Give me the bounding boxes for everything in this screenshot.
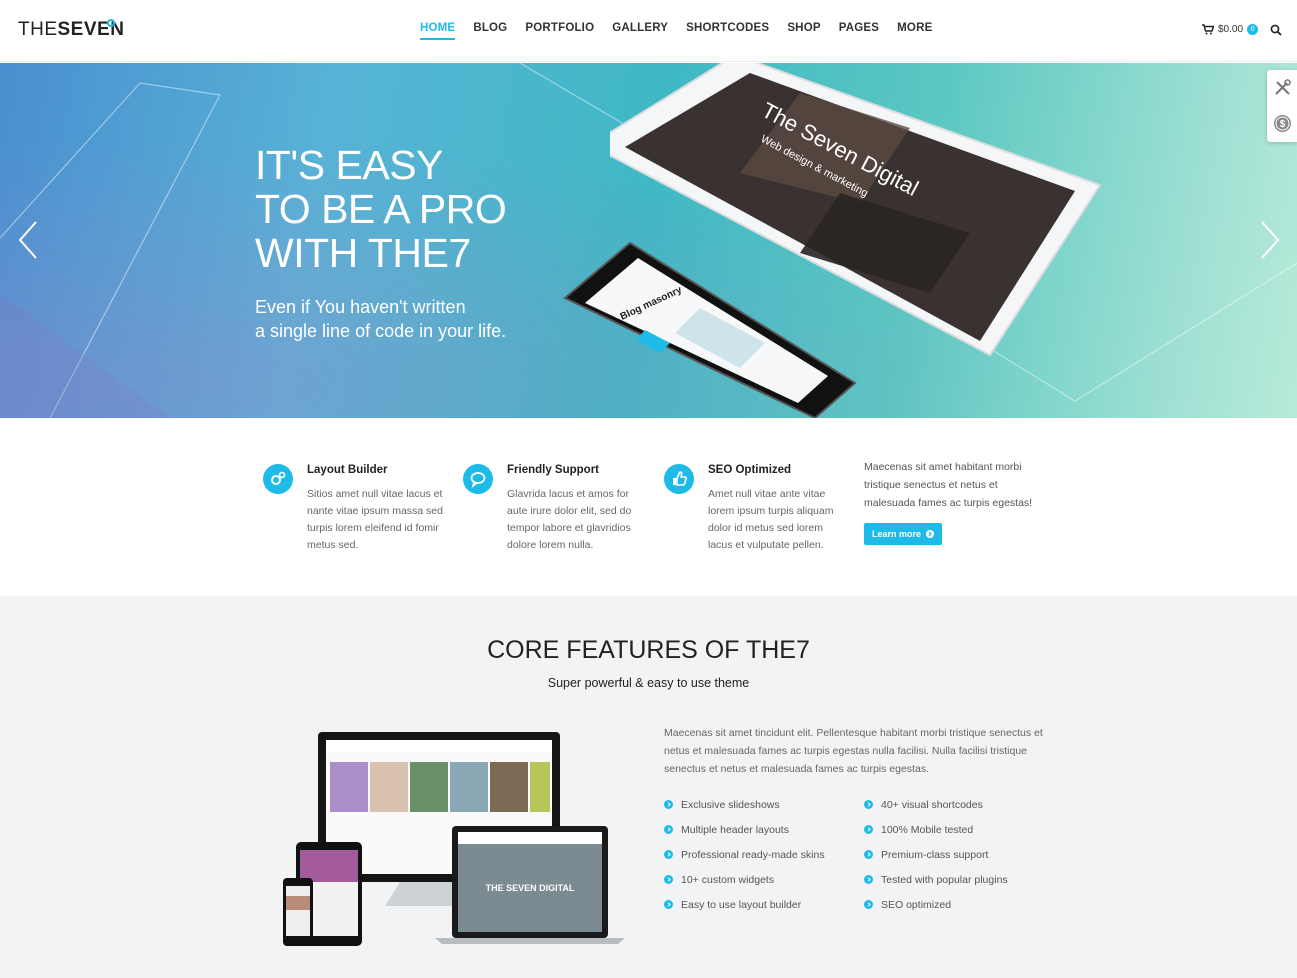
list-item-label: Multiple header layouts (681, 823, 789, 836)
chat-icon (463, 464, 493, 494)
feature-title: Layout Builder (307, 464, 388, 476)
chevron-bullet-icon (864, 800, 873, 809)
nav-blog[interactable]: BLOG (473, 22, 507, 40)
cart-widget[interactable]: $0.00 0 (1202, 24, 1259, 35)
slider-next-arrow[interactable] (1260, 220, 1280, 260)
chevron-bullet-icon (664, 875, 673, 884)
search-icon[interactable] (1270, 24, 1282, 36)
core-subtitle: Super powerful & easy to use theme (547, 676, 750, 690)
list-item: 100% Mobile tested (864, 817, 1008, 842)
chevron-bullet-icon (864, 825, 873, 834)
list-item: Professional ready-made skins (664, 842, 825, 867)
nav-home[interactable]: HOME (420, 22, 456, 40)
list-item: 10+ custom widgets (664, 867, 825, 892)
core-description: Maecenas sit amet tincidunt elit. Pellen… (664, 727, 1043, 775)
feature-text: Sitios amet null vitae lacus et nante vi… (307, 488, 443, 551)
feature-text: Glavrida lacus et amos for aute irure do… (507, 488, 632, 551)
list-item-label: Easy to use layout builder (681, 898, 802, 911)
hero-subtitle: Even if You haven't written a single lin… (255, 295, 506, 343)
cart-total: $0.00 (1218, 24, 1244, 35)
feature-title: Friendly Support (507, 464, 599, 476)
nav-portfolio[interactable]: PORTFOLIO (525, 22, 594, 40)
cart-icon (1202, 24, 1214, 35)
list-item: Easy to use layout builder (664, 892, 825, 917)
logo-text-the: THE (18, 19, 58, 40)
promo-text: Maecenas sit amet habitant morbi tristiq… (864, 461, 1033, 509)
learn-more-button[interactable]: Learn more (864, 523, 942, 545)
site-header: THESEVEN HOME BLOG PORTFOLIO GALLERY SHO… (0, 0, 1297, 62)
list-item-label: Professional ready-made skins (681, 848, 825, 861)
responsive-devices-illustration: THE SEVEN DIGITAL (283, 732, 625, 946)
learn-more-label: Learn more (871, 529, 922, 539)
list-item: Tested with popular plugins (864, 867, 1008, 892)
hero-title-line-2: TO BE A PRO (255, 186, 507, 232)
list-item-label: SEO optimized (881, 898, 952, 911)
hero-subtitle-line-1: Even if You haven't written (255, 297, 466, 317)
chevron-bullet-icon (664, 900, 673, 909)
core-features-section: CORE FEATURES OF THE7 Super powerful & e… (0, 596, 1297, 978)
tools-icon[interactable] (1274, 79, 1291, 96)
feature-list-left: Exclusive slideshows Multiple header lay… (664, 792, 825, 917)
hero-title: IT'S EASY TO BE A PRO WITH THE7 (255, 142, 507, 276)
nav-shortcodes[interactable]: SHORTCODES (686, 22, 769, 40)
list-item: 40+ visual shortcodes (864, 792, 1008, 817)
list-item: Exclusive slideshows (664, 792, 825, 817)
hero-subtitle-line-2: a single line of code in your life. (255, 321, 507, 341)
side-tools-panel: $ (1267, 70, 1297, 142)
phone-mockup: Blog masonry (563, 241, 857, 418)
hero-title-line-1: IT'S EASY (255, 142, 443, 188)
chevron-bullet-icon (664, 800, 673, 809)
chevron-bullet-icon (864, 900, 873, 909)
nav-shop[interactable]: SHOP (787, 22, 820, 40)
hero-slider: IT'S EASY TO BE A PRO WITH THE7 Even if … (0, 63, 1297, 418)
slider-prev-arrow[interactable] (18, 220, 38, 260)
feature-list-right: 40+ visual shortcodes 100% Mobile tested… (864, 792, 1008, 917)
list-item: SEO optimized (864, 892, 1008, 917)
chevron-bullet-icon (864, 850, 873, 859)
feature-title: SEO Optimized (708, 464, 792, 476)
dollar-coin-icon[interactable]: $ (1273, 114, 1292, 133)
core-title: CORE FEATURES OF THE7 (487, 636, 810, 664)
svg-text:$: $ (1280, 119, 1286, 130)
gears-icon (263, 464, 293, 494)
nav-pages[interactable]: PAGES (839, 22, 879, 40)
list-item: Multiple header layouts (664, 817, 825, 842)
feature-text: Amet null vitae ante vitae lorem ipsum t… (708, 488, 834, 551)
list-item-label: 40+ visual shortcodes (881, 798, 983, 811)
main-nav: HOME BLOG PORTFOLIO GALLERY SHORTCODES S… (420, 22, 950, 40)
list-item-label: Tested with popular plugins (881, 873, 1008, 886)
list-item-label: 100% Mobile tested (881, 823, 974, 836)
nav-more[interactable]: MORE (897, 22, 932, 40)
nav-gallery[interactable]: GALLERY (612, 22, 668, 40)
features-row: Layout Builder Sitios amet null vitae la… (0, 418, 1297, 596)
hero-title-line-3: WITH THE7 (255, 230, 471, 276)
chevron-bullet-icon (864, 875, 873, 884)
chevron-right-circle-icon (926, 530, 935, 538)
cart-count-badge: 0 (1247, 24, 1259, 35)
chevron-bullet-icon (664, 825, 673, 834)
laptop-screen-label: THE SEVEN DIGITAL (486, 883, 575, 893)
list-item-label: Exclusive slideshows (681, 798, 780, 811)
list-item: Premium-class support (864, 842, 1008, 867)
list-item-label: Premium-class support (881, 848, 989, 861)
chevron-bullet-icon (664, 850, 673, 859)
logo-dot-icon (107, 19, 115, 27)
thumbs-up-icon (664, 464, 694, 494)
list-item-label: 10+ custom widgets (681, 873, 775, 886)
